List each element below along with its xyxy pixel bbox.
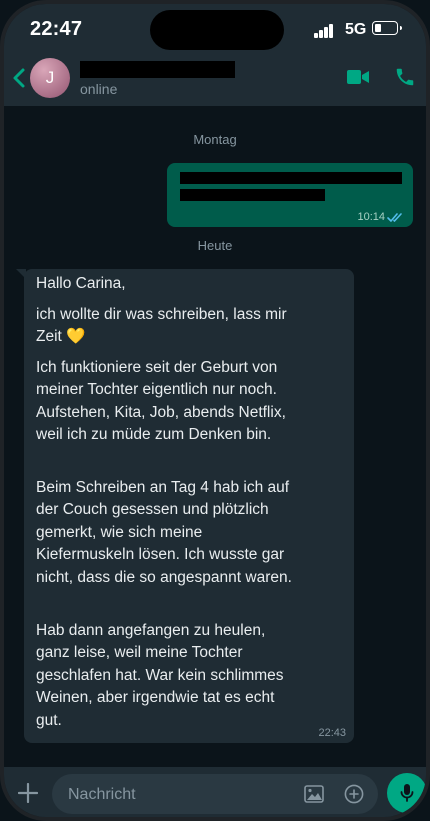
redacted-text — [180, 172, 402, 184]
message-time: 22:43 — [318, 727, 346, 739]
read-receipt-icon — [387, 213, 402, 222]
plus-icon[interactable] — [18, 783, 38, 803]
message-paragraph: Hab dann angefangen zu heulen, ganz leis… — [36, 622, 284, 729]
day-separator: Heute — [197, 238, 233, 253]
microphone-icon — [400, 784, 414, 802]
microphone-button[interactable] — [387, 773, 426, 813]
message-input[interactable] — [66, 774, 290, 816]
bubble-tail — [16, 269, 26, 279]
incoming-message[interactable]: Hallo Carina, ich wollte dir was schreib… — [16, 269, 354, 743]
chat-area[interactable]: Montag 10:14 Heute Hallo Carina, ich wol… — [4, 106, 426, 767]
message-paragraph: ich wollte dir was schreiben, lass mir Z… — [36, 306, 287, 346]
status-bar: 22:47 5G — [4, 4, 426, 52]
redacted-text — [180, 189, 325, 201]
outgoing-message[interactable]: 10:14 — [167, 163, 413, 227]
battery-icon — [372, 21, 402, 35]
image-icon[interactable] — [304, 785, 324, 803]
signal-icon — [314, 24, 336, 38]
sticker-icon[interactable] — [344, 784, 364, 804]
contact-name-redacted[interactable] — [80, 61, 235, 78]
contact-status: online — [80, 81, 118, 97]
phone-call-icon[interactable] — [394, 66, 416, 88]
status-time: 22:47 — [30, 18, 83, 40]
phone-frame: 22:47 5G J online Montag 10:14 Heute Hal… — [0, 0, 430, 821]
day-separator: Montag — [193, 132, 237, 147]
message-time: 10:14 — [357, 211, 385, 223]
network-type: 5G — [345, 21, 367, 38]
message-paragraph: Ich funktioniere seit der Geburt von mei… — [36, 359, 286, 444]
video-call-icon[interactable] — [347, 69, 369, 85]
input-bar — [4, 767, 426, 817]
message-paragraph: Hallo Carina, — [36, 275, 126, 292]
avatar[interactable]: J — [30, 58, 70, 98]
back-chevron-icon[interactable] — [10, 64, 30, 92]
chat-header: J online — [4, 52, 426, 106]
dynamic-island — [150, 10, 284, 50]
message-paragraph: Beim Schreiben an Tag 4 hab ich auf der … — [36, 479, 292, 586]
message-field[interactable] — [52, 774, 378, 816]
